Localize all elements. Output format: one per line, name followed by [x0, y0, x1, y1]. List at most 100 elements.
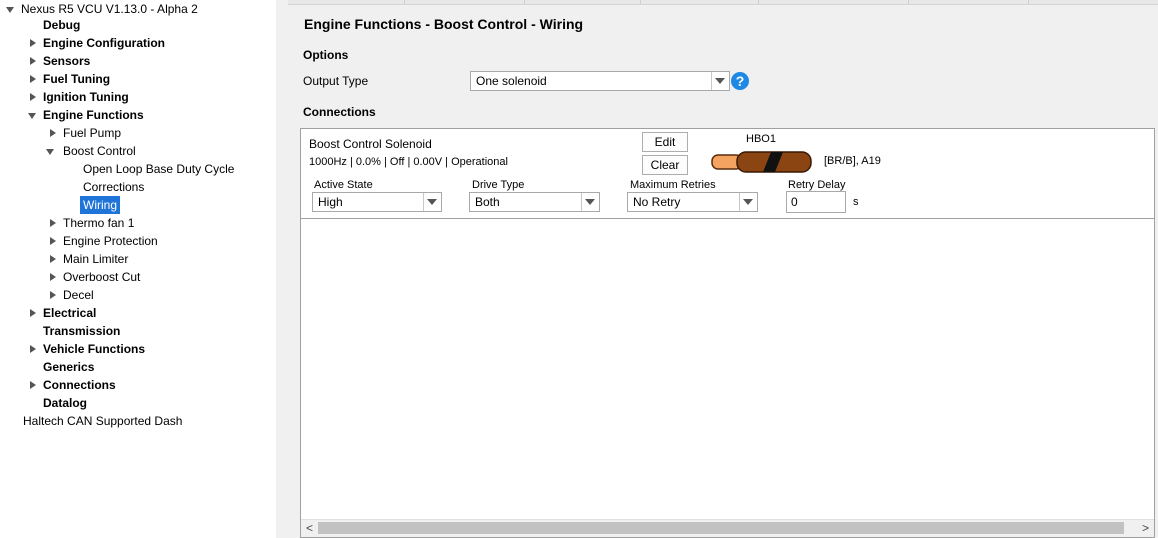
tree-item-engine-functions[interactable]: Engine Functions — [28, 106, 147, 124]
tree-item-label: Debug — [43, 18, 81, 32]
retry-delay-label: Retry Delay — [788, 179, 846, 191]
tree-item-datalog[interactable]: Datalog — [28, 394, 90, 412]
tree-item-label: Thermo fan 1 — [63, 216, 135, 230]
expand-down-icon[interactable] — [6, 0, 18, 18]
tree-item-open-loop-base-duty-cycle[interactable]: Open Loop Base Duty Cycle — [80, 160, 237, 178]
wire-connector-icon — [711, 151, 812, 173]
tree-item-engine-protection[interactable]: Engine Protection — [48, 232, 161, 250]
tree-item-label: Open Loop Base Duty Cycle — [83, 162, 235, 176]
scroll-left-icon[interactable]: < — [301, 520, 318, 537]
scrollbar-thumb[interactable] — [318, 522, 1124, 534]
tree-item-label: Fuel Tuning — [43, 72, 111, 86]
edit-button[interactable]: Edit — [642, 132, 688, 152]
tree-item-corrections[interactable]: Corrections — [80, 178, 147, 196]
tree-item-vehicle-functions[interactable]: Vehicle Functions — [28, 340, 148, 358]
tree-item-label: Vehicle Functions — [43, 342, 146, 356]
drive-type-select[interactable]: Both — [469, 192, 600, 212]
tree-item-label: Corrections — [83, 180, 145, 194]
tree-item-label: Ignition Tuning — [43, 90, 129, 104]
drive-type-value: Both — [475, 195, 500, 209]
wire-info: [BR/B], A19 — [824, 155, 881, 167]
chevron-down-icon[interactable] — [581, 193, 599, 211]
tree-item-label: Connections — [43, 378, 116, 392]
tree-item-label: Wiring — [80, 196, 121, 214]
tree-item-ignition-tuning[interactable]: Ignition Tuning — [28, 88, 132, 106]
expand-right-icon[interactable] — [48, 250, 60, 268]
options-heading: Options — [303, 48, 349, 62]
connections-panel: Boost Control Solenoid 1000Hz | 0.0% | O… — [300, 128, 1155, 538]
active-state-label: Active State — [314, 179, 373, 191]
drive-type-label: Drive Type — [472, 179, 525, 191]
tree-item-label: Haltech CAN Supported Dash — [23, 414, 183, 428]
splitter[interactable] — [276, 0, 288, 538]
tree-item-overboost-cut[interactable]: Overboost Cut — [48, 268, 143, 286]
horizontal-scrollbar[interactable]: < > — [301, 519, 1154, 537]
max-retries-select[interactable]: No Retry — [627, 192, 758, 212]
expand-right-icon[interactable] — [48, 232, 60, 250]
expand-right-icon[interactable] — [28, 52, 40, 70]
clear-button[interactable]: Clear — [642, 155, 688, 175]
tree-item-label: Transmission — [43, 324, 121, 338]
tree-item-fuel-tuning[interactable]: Fuel Tuning — [28, 70, 113, 88]
expand-right-icon[interactable] — [48, 286, 60, 304]
expand-right-icon[interactable] — [28, 340, 40, 358]
main-panel: Engine Functions - Boost Control - Wirin… — [288, 0, 1158, 538]
expand-right-icon[interactable] — [28, 70, 40, 88]
tree-item-main-limiter[interactable]: Main Limiter — [48, 250, 131, 268]
chevron-down-icon[interactable] — [739, 193, 757, 211]
tree-item-electrical[interactable]: Electrical — [28, 304, 99, 322]
expand-down-icon[interactable] — [46, 142, 58, 160]
tree-item-label: Datalog — [43, 396, 88, 410]
tree-item-label: Generics — [43, 360, 95, 374]
tree-item-boost-control[interactable]: Boost Control — [46, 142, 139, 160]
output-type-label: Output Type — [303, 74, 369, 88]
page-title: Engine Functions - Boost Control - Wirin… — [304, 16, 584, 32]
connection-name: Boost Control Solenoid — [309, 137, 432, 151]
retry-delay-unit: s — [853, 196, 859, 208]
chevron-down-icon[interactable] — [423, 193, 441, 211]
output-type-select[interactable]: One solenoid — [470, 71, 730, 91]
tree-item-engine-configuration[interactable]: Engine Configuration — [28, 34, 168, 52]
expand-right-icon[interactable] — [28, 376, 40, 394]
help-icon[interactable]: ? — [731, 72, 749, 90]
tree-item-label: Boost Control — [63, 144, 136, 158]
tree-item-wiring[interactable]: Wiring — [80, 196, 121, 214]
active-state-select[interactable]: High — [312, 192, 442, 212]
tree-item-label: Sensors — [43, 54, 91, 68]
retry-delay-input[interactable]: 0 — [786, 191, 846, 213]
expand-right-icon[interactable] — [28, 304, 40, 322]
tree-item-debug[interactable]: Debug — [28, 16, 83, 34]
tree-item-label: Fuel Pump — [63, 126, 122, 140]
tree-item-label: Decel — [63, 288, 94, 302]
tree-item-label: Engine Configuration — [43, 36, 165, 50]
tree-item-haltech-can-dash[interactable]: Haltech CAN Supported Dash — [20, 412, 185, 430]
pin-name: HBO1 — [746, 133, 776, 145]
tree-item-thermo-fan-1[interactable]: Thermo fan 1 — [48, 214, 137, 232]
tree-item-label: Engine Functions — [43, 108, 144, 122]
tree-item-sensors[interactable]: Sensors — [28, 52, 93, 70]
connections-heading: Connections — [303, 105, 376, 119]
max-retries-label: Maximum Retries — [630, 179, 716, 191]
tab-strip — [288, 0, 1158, 5]
expand-right-icon[interactable] — [28, 34, 40, 52]
tree-item-label: Engine Protection — [63, 234, 158, 248]
expand-down-icon[interactable] — [28, 106, 40, 124]
scroll-right-icon[interactable]: > — [1137, 520, 1154, 537]
connection-status: 1000Hz | 0.0% | Off | 0.00V | Operationa… — [309, 156, 508, 168]
expand-right-icon[interactable] — [48, 124, 60, 142]
expand-right-icon[interactable] — [48, 214, 60, 232]
tree-item-fuel-pump[interactable]: Fuel Pump — [48, 124, 124, 142]
output-type-value: One solenoid — [476, 74, 547, 88]
navigation-tree: Nexus R5 VCU V1.13.0 - Alpha 2 Debug Eng… — [0, 0, 276, 538]
tree-item-decel[interactable]: Decel — [48, 286, 97, 304]
tree-item-connections[interactable]: Connections — [28, 376, 119, 394]
expand-right-icon[interactable] — [28, 88, 40, 106]
chevron-down-icon[interactable] — [711, 72, 729, 90]
tree-item-label: Electrical — [43, 306, 97, 320]
tree-item-transmission[interactable]: Transmission — [28, 322, 123, 340]
tree-item-label: Main Limiter — [63, 252, 129, 266]
tree-item-generics[interactable]: Generics — [28, 358, 97, 376]
connection-row: Boost Control Solenoid 1000Hz | 0.0% | O… — [301, 129, 1154, 219]
max-retries-value: No Retry — [633, 195, 681, 209]
expand-right-icon[interactable] — [48, 268, 60, 286]
